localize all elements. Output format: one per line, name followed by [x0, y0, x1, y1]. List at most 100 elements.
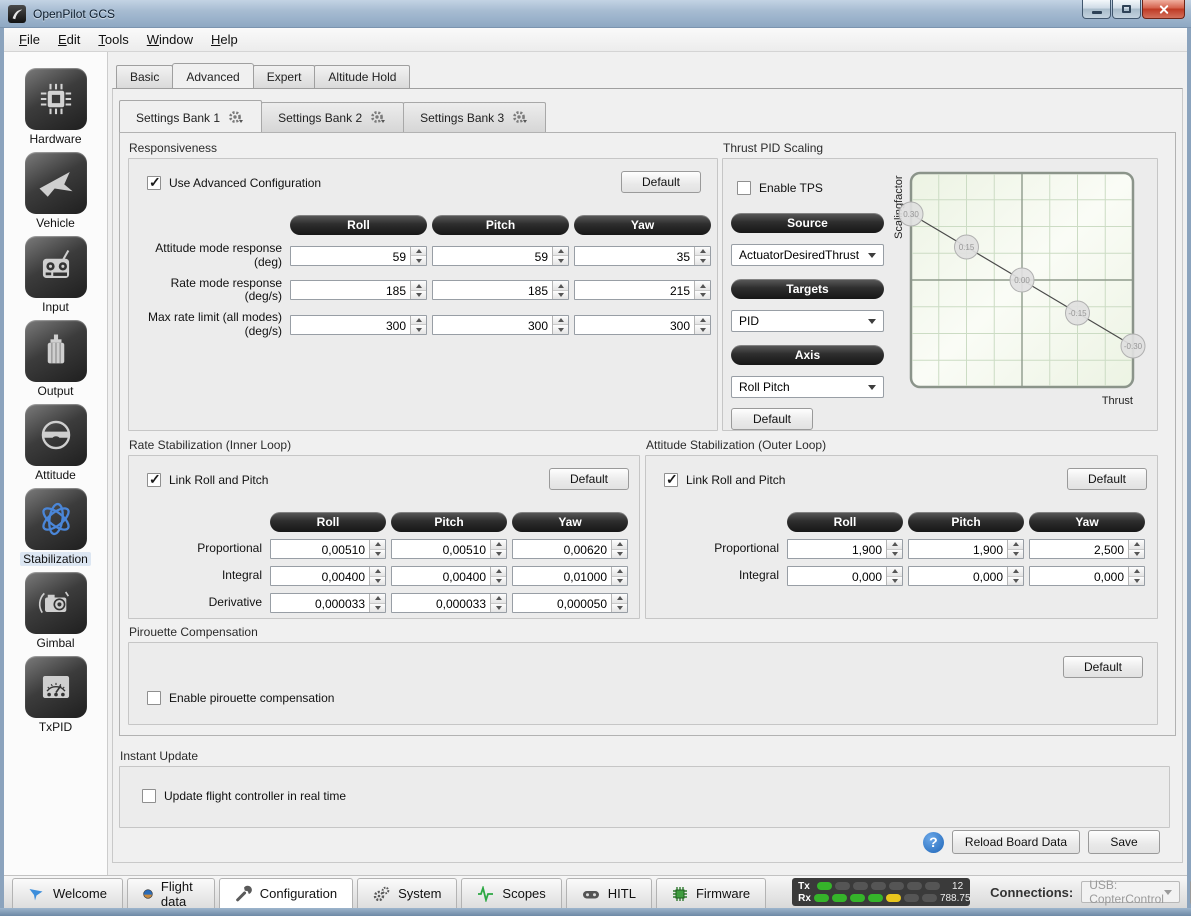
mode-tab-welcome[interactable]: Welcome — [12, 878, 123, 908]
mode-tab-firmware[interactable]: Firmware — [656, 878, 766, 908]
spin-up[interactable] — [1129, 567, 1144, 577]
spin-up[interactable] — [491, 540, 506, 550]
spin-down[interactable] — [695, 325, 710, 334]
rate-integral-pitch-spinbox[interactable]: 0,00400 — [391, 566, 507, 586]
rate-response-pitch-spinbox[interactable]: 185 — [432, 280, 569, 300]
rate-response-roll-spinbox[interactable]: 185 — [290, 280, 427, 300]
mode-tab-scopes[interactable]: Scopes — [461, 878, 561, 908]
spin-up[interactable] — [695, 316, 710, 326]
spin-up[interactable] — [612, 567, 627, 577]
thrust-scaling-chart[interactable]: Scalingfactor — [891, 171, 1153, 413]
attitude-proportional-yaw-spinbox[interactable]: 2,500 — [1029, 539, 1145, 559]
tab-settings-bank-3[interactable]: Settings Bank 3 — [403, 102, 546, 132]
gear-dropdown-icon[interactable] — [370, 110, 387, 125]
spin-down[interactable] — [370, 550, 385, 559]
rate-integral-yaw-spinbox[interactable]: 0,01000 — [512, 566, 628, 586]
attitude-integral-yaw-spinbox[interactable]: 0,000 — [1029, 566, 1145, 586]
spin-down[interactable] — [491, 550, 506, 559]
minimize-button[interactable] — [1082, 0, 1111, 19]
spin-up[interactable] — [553, 281, 568, 291]
checkbox-box[interactable] — [142, 789, 156, 803]
spin-up[interactable] — [411, 247, 426, 257]
rate-link-roll-pitch-checkbox[interactable]: Link Roll and Pitch — [147, 473, 268, 487]
spin-up[interactable] — [411, 316, 426, 326]
spin-up[interactable] — [612, 594, 627, 604]
mode-tab-hitl[interactable]: HITL — [566, 878, 652, 908]
connections-dropdown[interactable]: USB: CopterControl — [1081, 881, 1180, 903]
maximize-button[interactable] — [1112, 0, 1141, 19]
menu-help[interactable]: Help — [202, 29, 247, 50]
spin-up[interactable] — [695, 281, 710, 291]
spin-up[interactable] — [695, 247, 710, 257]
spin-down[interactable] — [411, 291, 426, 300]
rate-derivative-pitch-spinbox[interactable]: 0,000033 — [391, 593, 507, 613]
source-dropdown[interactable]: ActuatorDesiredThrust — [731, 244, 884, 266]
mode-tab-configuration[interactable]: Configuration — [219, 878, 353, 908]
thrust-default-button[interactable]: Default — [731, 408, 813, 430]
use-advanced-configuration-checkbox[interactable]: Use Advanced Configuration — [147, 176, 321, 190]
spin-up[interactable] — [887, 567, 902, 577]
checkbox-box[interactable] — [664, 473, 678, 487]
spin-down[interactable] — [491, 604, 506, 613]
tab-expert[interactable]: Expert — [253, 65, 316, 88]
spin-down[interactable] — [695, 291, 710, 300]
spin-down[interactable] — [887, 550, 902, 559]
attitude-proportional-pitch-spinbox[interactable]: 1,900 — [908, 539, 1024, 559]
sidebar-item-gimbal[interactable]: Gimbal — [25, 572, 87, 650]
spin-up[interactable] — [1129, 540, 1144, 550]
spin-up[interactable] — [553, 316, 568, 326]
spin-up[interactable] — [1008, 567, 1023, 577]
max-rate-limit-roll-spinbox[interactable]: 300 — [290, 315, 427, 335]
attitude-link-roll-pitch-checkbox[interactable]: Link Roll and Pitch — [664, 473, 785, 487]
spin-up[interactable] — [491, 594, 506, 604]
spin-down[interactable] — [1008, 550, 1023, 559]
rate-default-button[interactable]: Default — [549, 468, 629, 490]
tab-basic[interactable]: Basic — [116, 65, 173, 88]
spin-down[interactable] — [612, 577, 627, 586]
sidebar-item-output[interactable]: Output — [25, 320, 87, 398]
attitude-response-pitch-spinbox[interactable]: 59 — [432, 246, 569, 266]
checkbox-box[interactable] — [147, 176, 161, 190]
rate-integral-roll-spinbox[interactable]: 0,00400 — [270, 566, 386, 586]
attitude-proportional-roll-spinbox[interactable]: 1,900 — [787, 539, 903, 559]
checkbox-box[interactable] — [147, 691, 161, 705]
targets-dropdown[interactable]: PID — [731, 310, 884, 332]
pirouette-default-button[interactable]: Default — [1063, 656, 1143, 678]
mode-tab-flight-data[interactable]: Flight data — [127, 878, 215, 908]
tab-advanced[interactable]: Advanced — [172, 63, 253, 88]
axis-dropdown[interactable]: Roll Pitch — [731, 376, 884, 398]
spin-down[interactable] — [411, 325, 426, 334]
sidebar-item-input[interactable]: Input — [25, 236, 87, 314]
sidebar-item-stabilization[interactable]: Stabilization — [20, 488, 91, 566]
sidebar-item-vehicle[interactable]: Vehicle — [25, 152, 87, 230]
gear-dropdown-icon[interactable] — [228, 110, 245, 125]
sidebar-item-attitude[interactable]: Attitude — [25, 404, 87, 482]
menu-tools[interactable]: Tools — [89, 29, 137, 50]
enable-tps-checkbox[interactable]: Enable TPS — [737, 181, 884, 195]
update-realtime-checkbox[interactable]: Update flight controller in real time — [142, 789, 346, 803]
help-icon[interactable]: ? — [923, 832, 944, 853]
spin-down[interactable] — [370, 604, 385, 613]
spin-up[interactable] — [370, 567, 385, 577]
spin-down[interactable] — [553, 291, 568, 300]
spin-down[interactable] — [370, 577, 385, 586]
spin-down[interactable] — [887, 577, 902, 586]
spin-down[interactable] — [695, 256, 710, 265]
tab-settings-bank-1[interactable]: Settings Bank 1 — [119, 100, 262, 132]
spin-down[interactable] — [612, 550, 627, 559]
rate-proportional-pitch-spinbox[interactable]: 0,00510 — [391, 539, 507, 559]
menu-edit[interactable]: Edit — [49, 29, 89, 50]
sidebar-item-hardware[interactable]: Hardware — [25, 68, 87, 146]
rate-proportional-roll-spinbox[interactable]: 0,00510 — [270, 539, 386, 559]
menu-window[interactable]: Window — [138, 29, 202, 50]
spin-up[interactable] — [553, 247, 568, 257]
attitude-integral-pitch-spinbox[interactable]: 0,000 — [908, 566, 1024, 586]
rate-proportional-yaw-spinbox[interactable]: 0,00620 — [512, 539, 628, 559]
rate-derivative-roll-spinbox[interactable]: 0,000033 — [270, 593, 386, 613]
save-button[interactable]: Save — [1088, 830, 1160, 854]
spin-up[interactable] — [370, 594, 385, 604]
reload-board-data-button[interactable]: Reload Board Data — [952, 830, 1080, 854]
attitude-integral-roll-spinbox[interactable]: 0,000 — [787, 566, 903, 586]
checkbox-box[interactable] — [147, 473, 161, 487]
spin-up[interactable] — [887, 540, 902, 550]
